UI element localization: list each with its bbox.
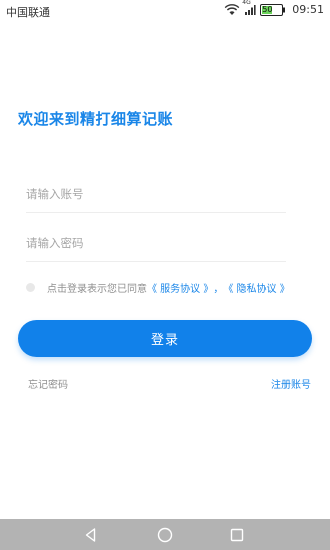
wifi-icon	[224, 3, 240, 16]
login-screen: 中国联通 4G 50 09:51 欢迎来到精打细算记账 请输入账号 点击登录表示…	[0, 0, 330, 550]
agreement-checkbox[interactable]	[26, 282, 35, 292]
battery-level: 50	[262, 4, 273, 14]
status-icons: 4G 50 09:51	[224, 0, 324, 16]
home-circle-icon[interactable]	[156, 526, 174, 544]
signal-icon: 4G	[242, 0, 256, 16]
battery-icon: 50	[260, 3, 286, 16]
welcome-title: 欢迎来到精打细算记账	[18, 110, 174, 128]
agreement-text: 点击登录表示您已同意	[47, 283, 147, 295]
system-nav-bar	[0, 519, 330, 550]
agreement-separator: ，	[213, 283, 224, 295]
privacy-agreement-link[interactable]: 《 隐私协议 》	[223, 280, 289, 295]
status-bar: 中国联通 4G 50 09:51	[0, 0, 330, 22]
service-agreement-link[interactable]: 《 服务协议 》	[147, 280, 213, 295]
register-account-link[interactable]: 注册账号	[271, 376, 311, 391]
forgot-password-link[interactable]: 忘记密码	[28, 376, 68, 391]
agreement-row: 点击登录表示您已同意 《 服务协议 》 ， 《 隐私协议 》	[26, 279, 326, 295]
clock: 09:51	[292, 3, 324, 16]
password-input[interactable]	[26, 229, 286, 257]
recent-square-icon[interactable]	[228, 526, 246, 544]
carrier-name: 中国联通	[6, 6, 50, 19]
account-field	[26, 180, 286, 213]
account-input[interactable]	[26, 180, 286, 208]
password-field	[26, 229, 286, 262]
login-button[interactable]: 登录	[18, 320, 312, 357]
back-triangle-icon[interactable]	[82, 526, 100, 544]
network-type: 4G	[242, 0, 251, 6]
